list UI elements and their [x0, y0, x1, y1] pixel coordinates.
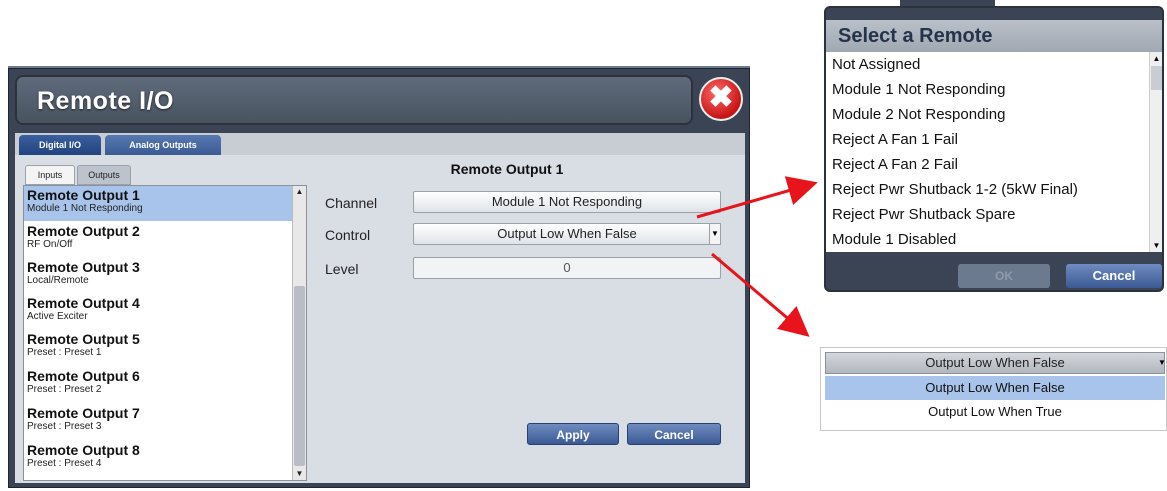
- callout-arrow-channel: [696, 176, 818, 219]
- callout-arrow-control: [711, 252, 810, 337]
- callout-arrows: [696, 176, 818, 337]
